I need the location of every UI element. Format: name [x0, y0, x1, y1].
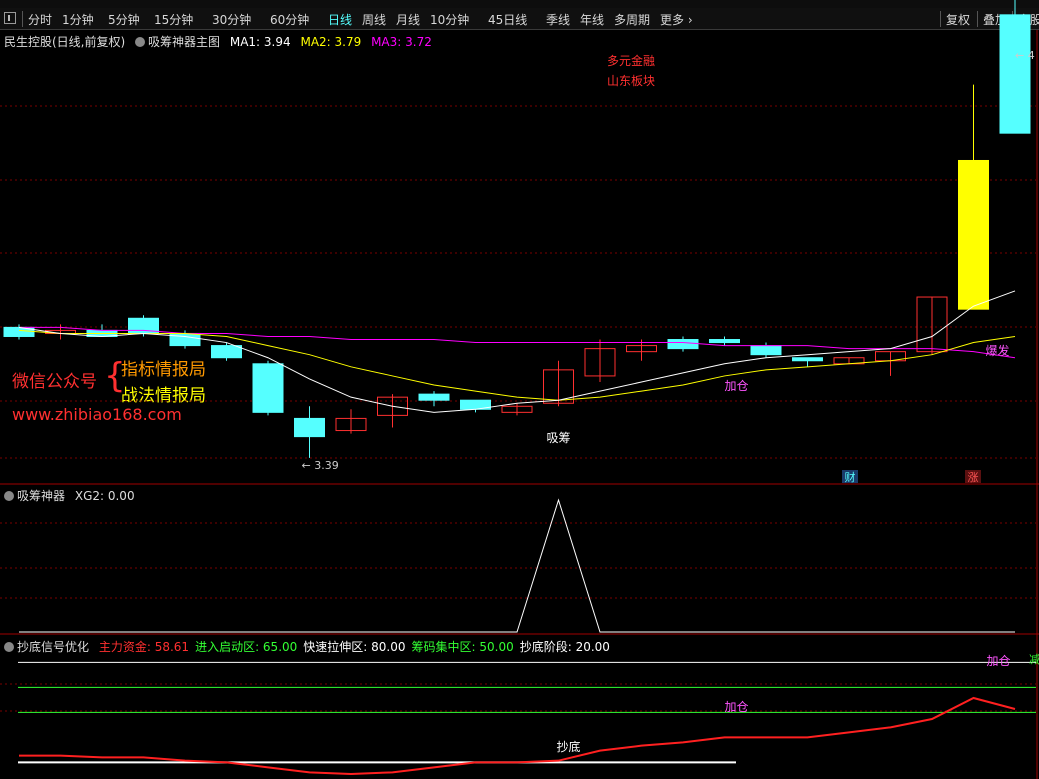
- signal-jiacang-osc: 加仓: [724, 700, 748, 714]
- candle-down[interactable]: [418, 393, 450, 401]
- candle-down[interactable]: [252, 363, 284, 413]
- low-price-label: ← 3.39: [302, 459, 339, 472]
- high-price-label: ← 4: [1015, 49, 1035, 62]
- candle-down[interactable]: [709, 339, 740, 344]
- signal-chaodi: 抄底: [556, 739, 580, 754]
- candle-down[interactable]: [211, 345, 242, 359]
- candle-down[interactable]: [750, 345, 782, 356]
- kline-chart[interactable]: ← 3.39← 4吸筹加仓爆发财涨抄底加仓加仓减仓: [0, 0, 1039, 779]
- signal-jiacang: 加仓: [724, 379, 748, 393]
- candle-down[interactable]: [294, 417, 325, 438]
- badge-limit-up-label: 涨: [968, 471, 979, 484]
- candle-down[interactable]: [999, 14, 1031, 134]
- candle-breakout[interactable]: [958, 159, 989, 310]
- signal-xichou: 吸筹: [546, 431, 570, 445]
- badge-finance-label: 财: [845, 470, 856, 484]
- xg2-line: [19, 498, 1015, 633]
- ma2-line: [18, 329, 1016, 401]
- candle-down[interactable]: [792, 357, 823, 362]
- signal-baofa: 爆发: [985, 343, 1009, 358]
- candle-down[interactable]: [667, 339, 699, 350]
- ma1-line: [18, 290, 1016, 413]
- ma3-line: [19, 326, 1016, 359]
- signal-jiancang: 减仓: [1029, 652, 1039, 666]
- signal-jiacang-osc: 加仓: [986, 654, 1010, 668]
